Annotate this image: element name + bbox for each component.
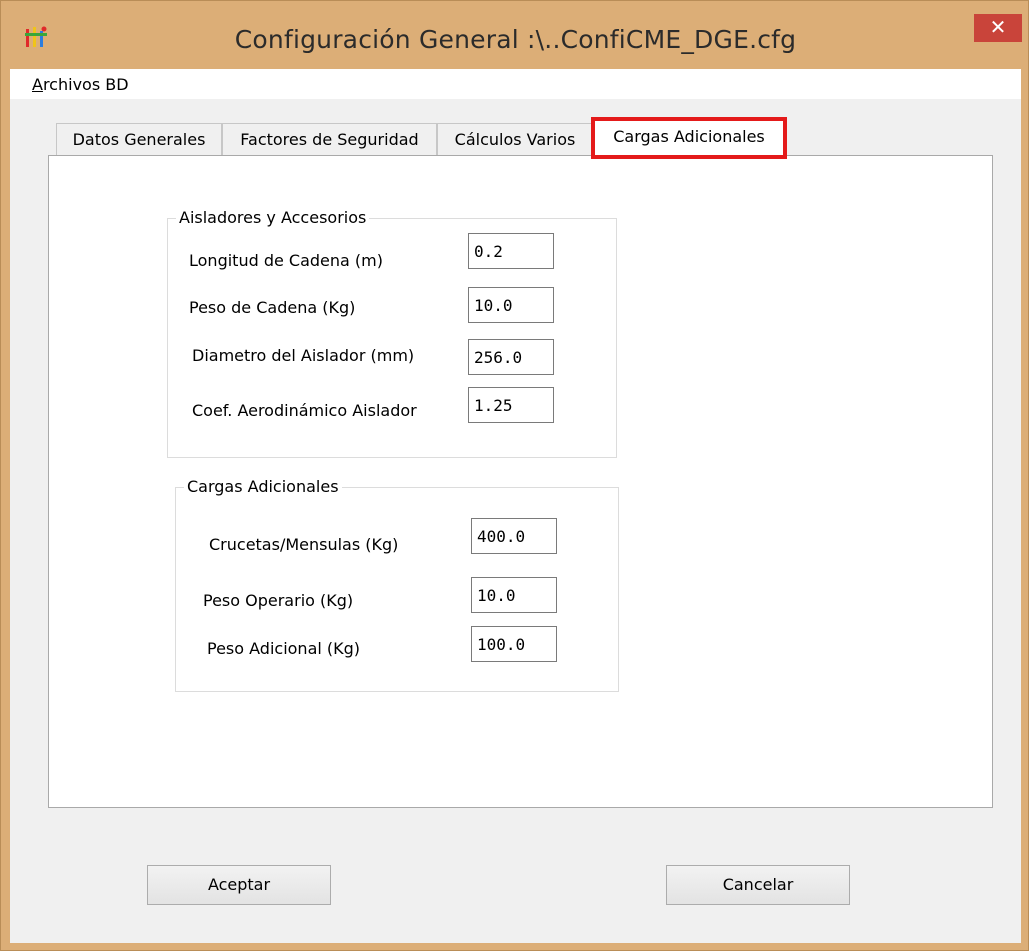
field-label-longitud-cadena: Longitud de Cadena (m) (189, 251, 383, 270)
tab-calculos-varios[interactable]: Cálculos Varios (437, 123, 593, 155)
tab-label: Cargas Adicionales (613, 127, 765, 146)
accept-button[interactable]: Aceptar (147, 865, 331, 905)
close-button[interactable]: ✕ (974, 14, 1022, 42)
title-bar[interactable]: Configuración General :\..ConfiCME_DGE.c… (1, 1, 1029, 69)
field-label-crucetas-mensulas: Crucetas/Mensulas (Kg) (209, 535, 399, 554)
tab-datos-generales[interactable]: Datos Generales (56, 123, 222, 155)
close-icon: ✕ (989, 15, 1007, 39)
window-title: Configuración General :\..ConfiCME_DGE.c… (234, 25, 797, 54)
field-label-peso-adicional: Peso Adicional (Kg) (207, 639, 361, 658)
group-title: Aisladores y Accesorios (176, 208, 370, 227)
longitud-cadena-input[interactable] (468, 233, 554, 269)
field-label-peso-cadena: Peso de Cadena (Kg) (189, 298, 356, 317)
field-label-coef-aerodinamico: Coef. Aerodinámico Aislador (192, 401, 417, 420)
coef-aerodinamico-input[interactable] (468, 387, 554, 423)
peso-operario-input[interactable] (471, 577, 557, 613)
crucetas-mensulas-input[interactable] (471, 518, 557, 554)
tab-label: Datos Generales (72, 130, 206, 149)
field-label-diametro-aislador: Diametro del Aislador (mm) (192, 346, 415, 365)
field-label-peso-operario: Peso Operario (Kg) (203, 591, 354, 610)
peso-cadena-input[interactable] (468, 287, 554, 323)
diametro-aislador-input[interactable] (468, 339, 554, 375)
tab-cargas-adicionales[interactable]: Cargas Adicionales (591, 117, 787, 159)
menu-bar: Archivos BD (10, 69, 1021, 99)
tab-factores-de-seguridad[interactable]: Factores de Seguridad (222, 123, 437, 155)
dialog-client-area: Archivos BD Datos Generales Factores de … (10, 69, 1021, 943)
menu-accelerator: A (32, 75, 43, 94)
group-cargas-adicionales: Cargas Adicionales Crucetas/Mensulas (Kg… (175, 477, 619, 692)
menu-item-label: rchivos BD (42, 75, 129, 94)
menu-item-archivos-bd[interactable]: Archivos BD (32, 75, 129, 94)
tab-label: Factores de Seguridad (240, 130, 419, 149)
tab-panel-cargas-adicionales: Aisladores y Accesorios Longitud de Cade… (48, 155, 993, 808)
group-aisladores-y-accesorios: Aisladores y Accesorios Longitud de Cade… (167, 208, 617, 458)
dialog-window: Configuración General :\..ConfiCME_DGE.c… (0, 0, 1029, 951)
tab-label: Cálculos Varios (454, 130, 576, 149)
group-title: Cargas Adicionales (184, 477, 342, 496)
cancel-button[interactable]: Cancelar (666, 865, 850, 905)
peso-adicional-input[interactable] (471, 626, 557, 662)
